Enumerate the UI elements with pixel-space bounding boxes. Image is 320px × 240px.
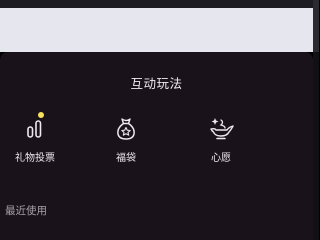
new-badge-dot [38,112,44,118]
interactive-play-panel: 互动玩法 礼物投票 福袋 心愿 最近使用 [0,52,313,240]
lucky-bag-button[interactable]: 福袋 [98,114,154,164]
magic-lamp-icon [206,114,236,142]
video-backdrop[interactable] [0,0,319,52]
wish-label: 心愿 [211,153,231,164]
gift-vote-button[interactable]: 礼物投票 [7,112,63,164]
bar-chart-icon [20,112,50,142]
lucky-bag-icon [111,114,141,142]
wish-button[interactable]: 心愿 [193,114,249,164]
gift-vote-label: 礼物投票 [15,153,55,164]
lucky-bag-label: 福袋 [116,153,136,164]
top-right-edge [313,0,319,52]
recently-used-heading: 最近使用 [5,205,47,217]
screen: 互动玩法 礼物投票 福袋 心愿 最近使用 [0,0,319,240]
top-strip [0,0,319,8]
panel-title: 互动玩法 [130,76,183,91]
right-edge-bar [313,52,319,240]
